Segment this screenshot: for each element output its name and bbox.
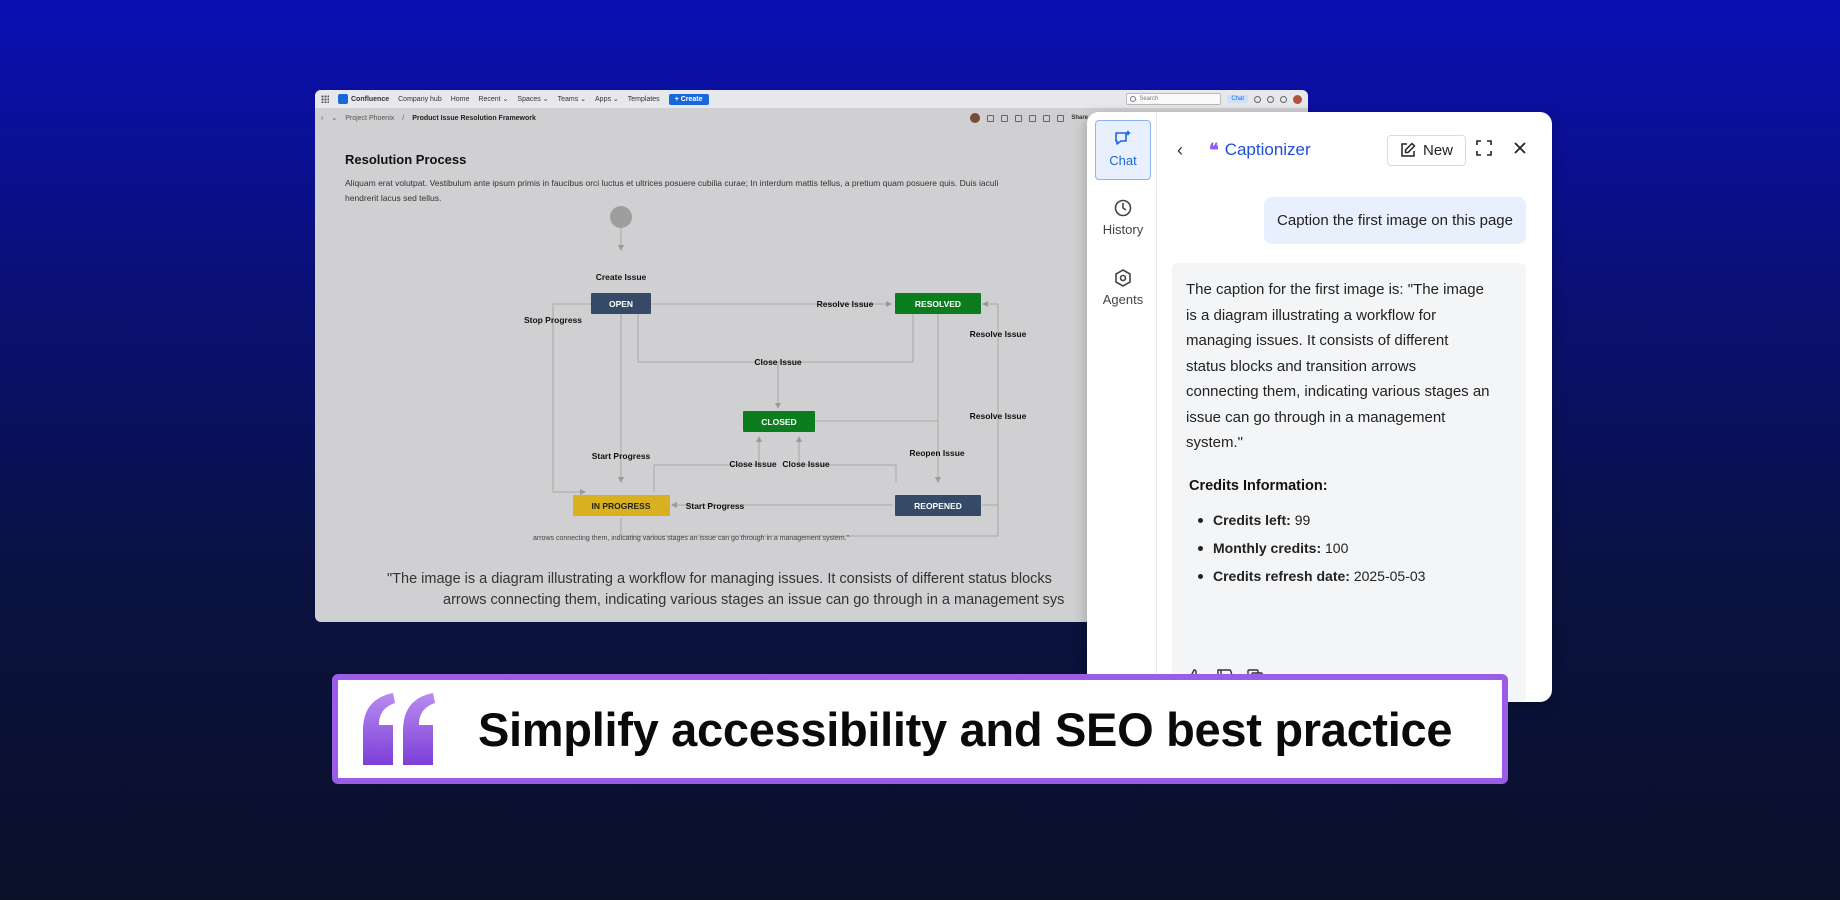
assistant-line: system." — [1186, 434, 1243, 451]
transition-label: Close Issue — [782, 459, 830, 469]
side-rail: Chat History Agents — [1087, 112, 1157, 702]
transition-label: Reopen Issue — [909, 448, 965, 458]
captionizer-panel: Chat History Agents ‹ ❝ Captionizer New … — [1087, 112, 1552, 702]
node-closed-label: CLOSED — [761, 417, 796, 427]
agents-icon — [1115, 269, 1131, 287]
transition-label: Close Issue — [729, 459, 777, 469]
refresh-date-item: Credits refresh date: 2025-05-03 — [1189, 562, 1512, 590]
transition-label: Resolve Issue — [970, 411, 1027, 421]
credits-label: Monthly credits: — [1213, 539, 1322, 556]
promo-banner: Simplify accessibility and SEO best prac… — [332, 674, 1508, 784]
node-open: OPEN — [591, 293, 651, 314]
quote-logo-icon — [338, 680, 458, 778]
transition-label: Stop Progress — [524, 315, 582, 325]
assistant-line: status blocks and transition arrows — [1186, 357, 1417, 375]
expand-icon[interactable] — [1466, 139, 1502, 161]
transition-label: Start Progress — [592, 451, 651, 461]
rail-history-label: History — [1102, 222, 1144, 237]
transition-label: Create Issue — [596, 272, 647, 282]
assistant-line: is a diagram illustrating a workflow for — [1186, 306, 1437, 324]
rail-agents-label: Agents — [1102, 292, 1144, 307]
transition-label: Resolve Issue — [817, 299, 874, 309]
monthly-credits-item: Monthly credits: 100 — [1189, 534, 1512, 562]
node-in-progress-label: IN PROGRESS — [591, 501, 650, 511]
banner-headline: Simplify accessibility and SEO best prac… — [478, 702, 1453, 756]
transition-label: Resolve Issue — [970, 329, 1027, 339]
credits-title: Credits Information: — [1189, 477, 1328, 494]
quote-logo-icon: ❝ — [1209, 139, 1219, 161]
assistant-line: managing issues. It consists of differen… — [1186, 332, 1449, 349]
assistant-line: issue can go through in a management — [1186, 408, 1446, 426]
chat-sparkle-icon — [1115, 130, 1131, 145]
brand-name: Captionizer — [1224, 140, 1311, 159]
node-reopened-label: REOPENED — [914, 501, 962, 511]
start-node — [610, 206, 632, 228]
clock-icon — [1114, 199, 1132, 217]
user-message: Caption the first image on this page — [1264, 197, 1526, 244]
credits-value: 100 — [1325, 539, 1349, 556]
rail-history[interactable]: History — [1095, 190, 1151, 250]
panel-header: ‹ ❝ Captionizer New — [1157, 112, 1552, 188]
rail-chat-label: Chat — [1109, 153, 1137, 168]
new-chat-label: New — [1422, 141, 1453, 159]
credits-label: Credits left: — [1213, 511, 1291, 528]
node-resolved: RESOLVED — [895, 293, 981, 314]
node-reopened: REOPENED — [895, 495, 981, 516]
node-in-progress: IN PROGRESS — [573, 495, 670, 516]
credits-label: Credits refresh date: — [1213, 567, 1350, 584]
node-resolved-label: RESOLVED — [915, 299, 961, 309]
edit-icon — [1401, 142, 1416, 157]
rail-agents[interactable]: Agents — [1095, 260, 1151, 320]
assistant-line: The caption for the first image is: "The… — [1186, 281, 1484, 298]
close-icon[interactable] — [1502, 141, 1538, 160]
back-chevron-icon[interactable]: ‹ — [1177, 140, 1197, 161]
credits-left-item: Credits left: 99 — [1189, 506, 1512, 534]
credits-value: 2025-05-03 — [1353, 567, 1426, 584]
node-closed: CLOSED — [743, 411, 815, 432]
new-chat-button[interactable]: New — [1386, 134, 1466, 166]
assistant-message: The caption for the first image is: "The… — [1172, 263, 1526, 702]
transition-label: Start Progress — [686, 501, 745, 511]
assistant-line: connecting them, indicating various stag… — [1186, 383, 1490, 400]
brand: ❝ Captionizer — [1209, 140, 1311, 161]
rail-chat[interactable]: Chat — [1095, 120, 1151, 180]
node-open-label: OPEN — [609, 299, 633, 309]
assistant-text: The caption for the first image is: "The… — [1186, 277, 1512, 456]
credits-value: 99 — [1294, 511, 1311, 528]
transition-label: Close Issue — [754, 357, 802, 367]
image-caption-small: arrows connecting them, indicating vario… — [533, 535, 850, 542]
credits-list: Credits left: 99 Monthly credits: 100 Cr… — [1189, 506, 1512, 590]
